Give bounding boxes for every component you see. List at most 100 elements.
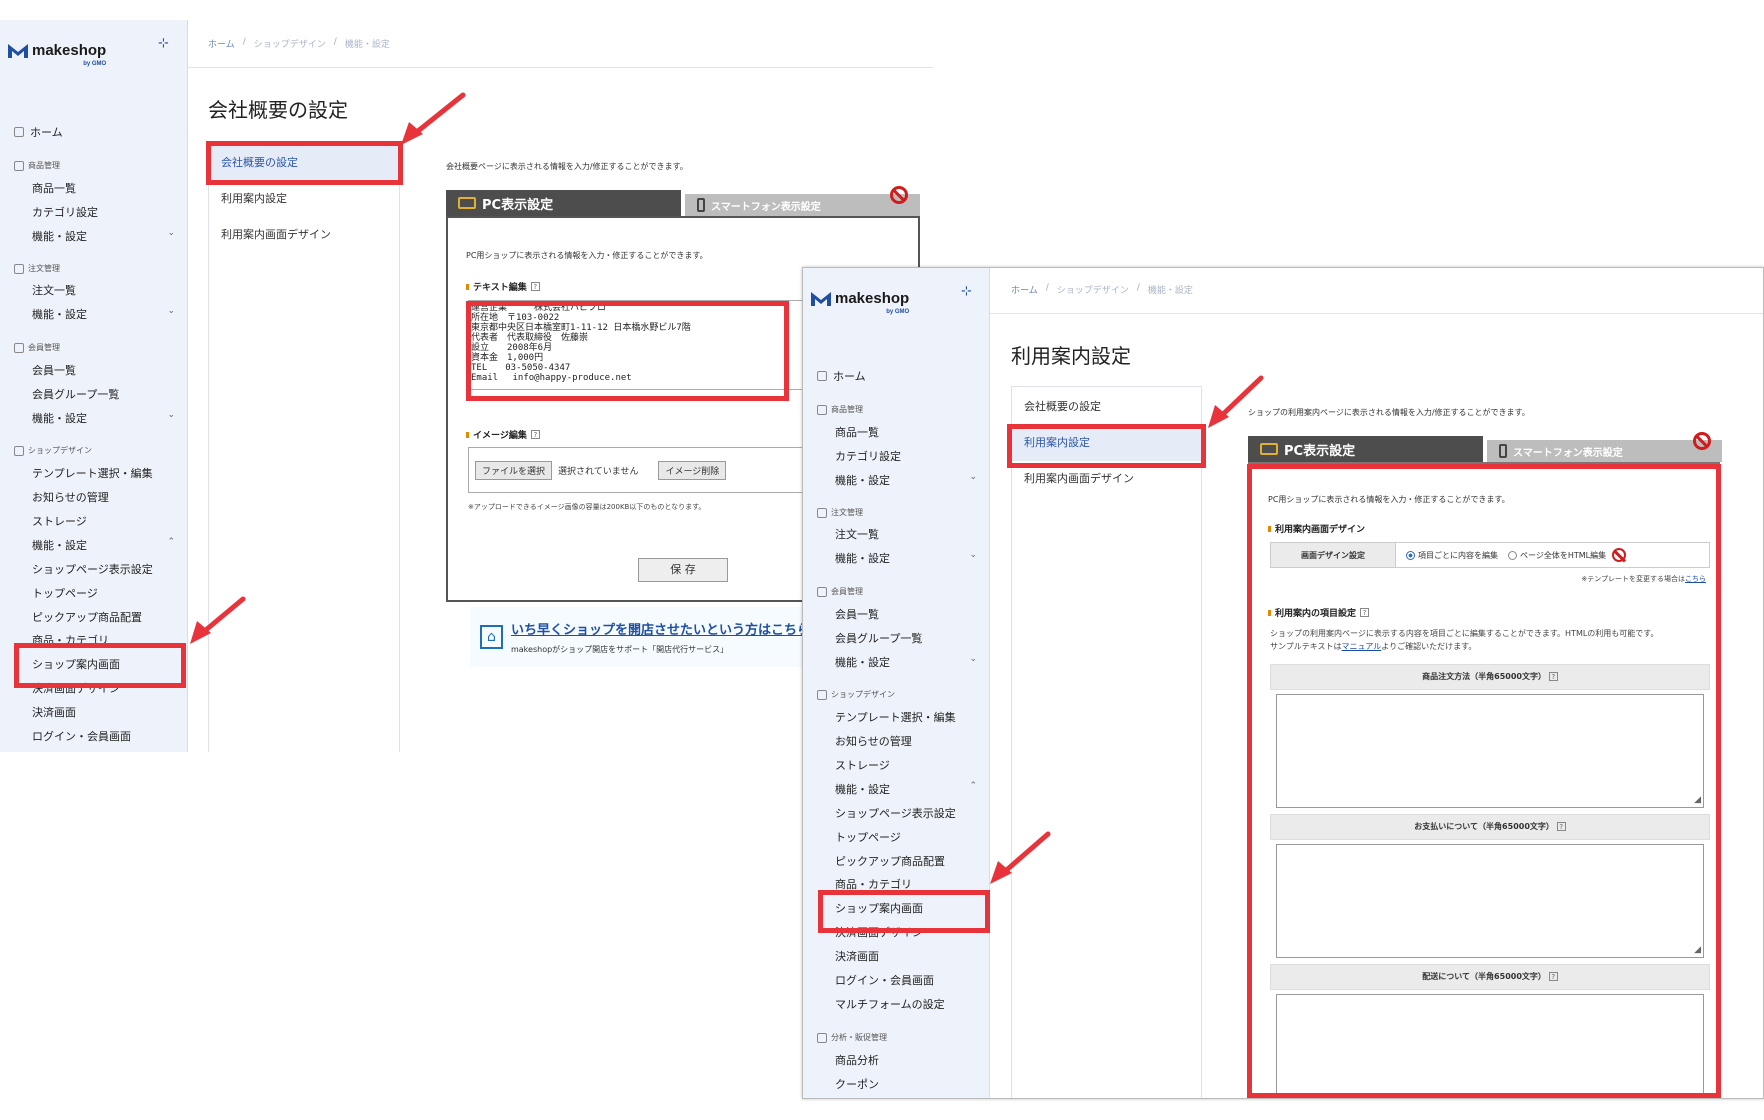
- arrow-3-icon: [1208, 375, 1264, 428]
- highlight-guide-panel: [1247, 464, 1721, 1098]
- sidebar-item-design-features[interactable]: 機能・設定 ⌃: [835, 781, 981, 797]
- sidebar-item-product-list[interactable]: 商品一覧: [835, 424, 981, 440]
- sidebar-item-checkout[interactable]: 決済画面: [32, 704, 179, 720]
- sidebar-item-member-groups[interactable]: 会員グループ一覧: [835, 630, 981, 646]
- image-delete-button[interactable]: イメージ削除: [658, 460, 727, 480]
- sidebar-item-member-features[interactable]: 機能・設定 ⌄: [835, 654, 981, 670]
- chevron-up-icon: ⌃: [969, 781, 977, 791]
- sidebar-item-storage[interactable]: ストレージ: [32, 513, 179, 529]
- smartphone-icon: [1499, 444, 1507, 458]
- tag-icon: [817, 507, 827, 518]
- section-order: 注文管理: [14, 263, 60, 274]
- sidebar-item-login[interactable]: ログイン・会員画面: [835, 972, 981, 988]
- box-icon: [14, 160, 24, 171]
- sidebar-item-pickup[interactable]: ピックアップ商品配置: [32, 609, 179, 625]
- tab-smartphone[interactable]: スマートフォン表示設定: [1487, 440, 1722, 462]
- sidebar-item-order-list[interactable]: 注文一覧: [32, 282, 179, 298]
- sidebar-item-pickup[interactable]: ピックアップ商品配置: [835, 853, 981, 869]
- chevron-down-icon: ⌄: [167, 228, 175, 238]
- sidebar-item-multiform[interactable]: マルチフォームの設定: [835, 996, 981, 1012]
- pin-icon[interactable]: ⊹: [158, 36, 169, 51]
- sidebar-item-category[interactable]: カテゴリ設定: [835, 448, 981, 464]
- sidebar-item-checkout[interactable]: 決済画面: [835, 948, 981, 964]
- sidebar-item-order-features[interactable]: 機能・設定 ⌄: [835, 550, 981, 566]
- sidebar-item-coupon[interactable]: クーポン: [835, 1076, 981, 1092]
- highlight-guide-subnav: [1007, 424, 1206, 468]
- subnav-guide-design[interactable]: 利用案内画面デザイン: [209, 217, 399, 253]
- sidebar-item-order-features[interactable]: 機能・設定 ⌄: [32, 306, 179, 322]
- highlight-company-textarea: [466, 301, 789, 401]
- display-tabs: PC表示設定 スマートフォン表示設定: [1248, 436, 1722, 462]
- help-icon[interactable]: ?: [530, 282, 540, 291]
- user-icon: [14, 342, 24, 353]
- arrow-1-icon: [401, 92, 466, 145]
- sidebar-item-shop-page[interactable]: ショップページ表示設定: [835, 805, 981, 821]
- user-icon: [817, 586, 827, 597]
- file-status: 選択されていません: [558, 466, 639, 477]
- image-edit-label: イメージ編集?: [466, 428, 540, 441]
- palette-icon: [14, 445, 24, 456]
- store-open-banner[interactable]: ⌂ いち早くショップを開店させたいという方はこちら makeshopがショップ開…: [470, 607, 810, 667]
- choose-file-button[interactable]: ファイルを選択: [475, 460, 553, 480]
- sidebar-item-news[interactable]: お知らせの管理: [32, 489, 179, 505]
- box-icon: [817, 404, 827, 415]
- prohibited-icon: [890, 186, 908, 204]
- subnav-company[interactable]: 会社概要の設定: [1012, 389, 1201, 425]
- sidebar-item-shop-page[interactable]: ショップページ表示設定: [32, 561, 179, 577]
- sidebar-item-top-page[interactable]: トップページ: [32, 585, 179, 601]
- help-icon[interactable]: ?: [530, 430, 540, 439]
- breadcrumb-design[interactable]: ショップデザイン: [1057, 283, 1129, 296]
- save-button[interactable]: 保 存: [638, 558, 728, 582]
- sidebar-item-order-list[interactable]: 注文一覧: [835, 526, 981, 542]
- sidebar-item-top-page[interactable]: トップページ: [835, 829, 981, 845]
- header-divider: [990, 313, 1763, 314]
- subnav-guide[interactable]: 利用案内設定: [209, 181, 399, 217]
- pin-icon[interactable]: ⊹: [961, 284, 972, 299]
- header-divider: [188, 67, 933, 68]
- sidebar-item-member-list[interactable]: 会員一覧: [835, 606, 981, 622]
- section-product: 商品管理: [817, 404, 863, 415]
- upload-note: ※アップロードできるイメージ画像の容量は200KB以下のものとなります。: [468, 503, 706, 511]
- page-description: 会社概要ページに表示される情報を入力/修正することができます。: [446, 162, 688, 171]
- sidebar-item-product-features[interactable]: 機能・設定 ⌄: [32, 228, 179, 244]
- tab-pc[interactable]: PC表示設定: [446, 190, 681, 216]
- banner-link[interactable]: いち早くショップを開店させたいという方はこちら: [511, 619, 810, 638]
- tag-icon: [14, 263, 24, 274]
- logo: makeshop by GMO: [8, 42, 106, 67]
- tab-smartphone[interactable]: スマートフォン表示設定: [685, 194, 920, 216]
- breadcrumb-design[interactable]: ショップデザイン: [254, 37, 326, 50]
- page-description: ショップの利用案内ページに表示される情報を入力/修正することができます。: [1248, 408, 1530, 417]
- sidebar-item-design-features[interactable]: 機能・設定 ⌃: [32, 537, 179, 553]
- sidebar-item-home[interactable]: ホーム: [14, 124, 63, 140]
- sidebar-item-member-features[interactable]: 機能・設定 ⌄: [32, 410, 179, 426]
- page-title: 会社概要の設定: [208, 98, 348, 122]
- arrow-4-icon: [990, 831, 1051, 884]
- breadcrumb: ホーム / ショップデザイン / 機能・設定: [1011, 283, 1193, 296]
- sidebar-item-product-features[interactable]: 機能・設定 ⌄: [835, 472, 981, 488]
- sidebar-item-template[interactable]: テンプレート選択・編集: [32, 465, 179, 481]
- prohibited-icon: [1693, 432, 1711, 450]
- logo: makeshop by GMO: [811, 290, 909, 315]
- breadcrumb-home[interactable]: ホーム: [1011, 283, 1038, 296]
- sidebar-item-home[interactable]: ホーム: [817, 368, 866, 384]
- tab-pc[interactable]: PC表示設定: [1248, 436, 1483, 462]
- arrow-2-icon: [190, 596, 246, 644]
- display-tabs: PC表示設定 スマートフォン表示設定: [446, 190, 920, 216]
- laptop-icon: [458, 197, 476, 209]
- sidebar-item-login[interactable]: ログイン・会員画面: [32, 728, 179, 744]
- sidebar-item-member-groups[interactable]: 会員グループ一覧: [32, 386, 179, 402]
- sidebar-item-template[interactable]: テンプレート選択・編集: [835, 709, 981, 725]
- house-icon: ⌂: [480, 625, 503, 649]
- panel-description: PC用ショップに表示される情報を入力・修正することができます。: [466, 251, 708, 260]
- sidebar-item-product-analysis[interactable]: 商品分析: [835, 1052, 981, 1068]
- sidebar-item-member-list[interactable]: 会員一覧: [32, 362, 179, 378]
- sidebar-item-product-list[interactable]: 商品一覧: [32, 180, 179, 196]
- sidebar-item-storage[interactable]: ストレージ: [835, 757, 981, 773]
- sidebar-item-category[interactable]: カテゴリ設定: [32, 204, 179, 220]
- section-analysis: 分析・販促管理: [817, 1032, 887, 1043]
- sidebar-item-news[interactable]: お知らせの管理: [835, 733, 981, 749]
- chevron-up-icon: ⌃: [167, 537, 175, 547]
- highlight-shop-guide-1: [14, 643, 186, 688]
- chevron-down-icon: ⌄: [969, 472, 977, 482]
- breadcrumb-home[interactable]: ホーム: [208, 37, 235, 50]
